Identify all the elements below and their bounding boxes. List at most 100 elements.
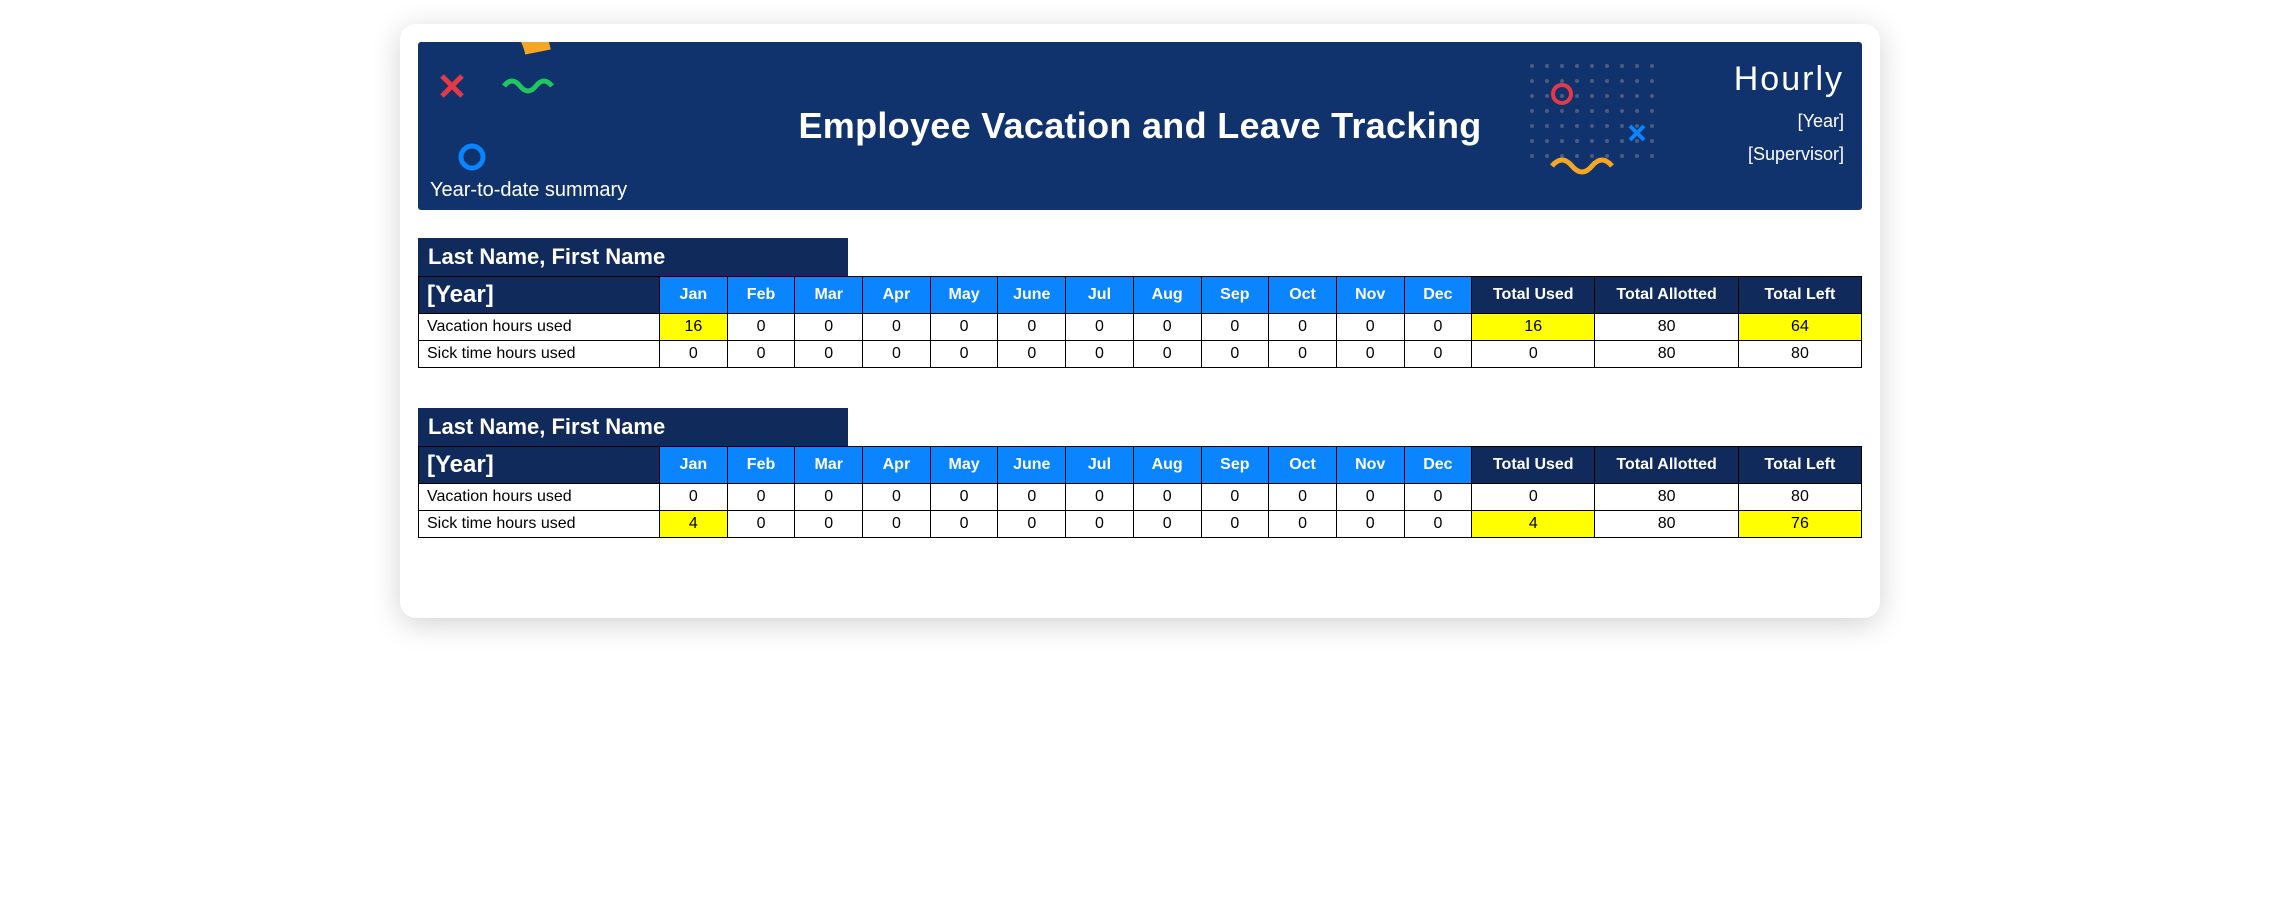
month-cell: 0 — [1336, 484, 1404, 511]
total-allotted-cell: 80 — [1595, 511, 1739, 538]
month-cell: 0 — [1201, 484, 1269, 511]
month-header: Mar — [795, 277, 863, 314]
year-label: [Year] — [1798, 111, 1844, 132]
total-used-cell: 4 — [1472, 511, 1595, 538]
month-header: June — [998, 277, 1066, 314]
brand-label: Hourly — [1734, 60, 1844, 99]
subtitle: Year-to-date summary — [430, 179, 627, 202]
month-header: Jul — [1066, 277, 1134, 314]
month-cell: 0 — [1269, 314, 1337, 341]
employee-block: Last Name, First Name[Year]JanFebMarAprM… — [418, 238, 1862, 368]
month-cell: 0 — [1269, 484, 1337, 511]
total-left-cell: 76 — [1738, 511, 1861, 538]
employee-block: Last Name, First Name[Year]JanFebMarAprM… — [418, 408, 1862, 538]
month-cell: 0 — [795, 341, 863, 368]
month-cell: 0 — [930, 511, 998, 538]
month-header: Nov — [1336, 447, 1404, 484]
year-header: [Year] — [419, 447, 660, 484]
month-cell: 0 — [795, 484, 863, 511]
month-cell: 0 — [1269, 511, 1337, 538]
decoration-right-icon — [1522, 56, 1682, 196]
month-cell: 0 — [795, 511, 863, 538]
employee-name: Last Name, First Name — [418, 238, 848, 276]
month-header: Feb — [727, 447, 795, 484]
month-header: Mar — [795, 447, 863, 484]
month-header: May — [930, 447, 998, 484]
total-left-cell: 80 — [1738, 341, 1861, 368]
month-cell: 0 — [727, 314, 795, 341]
total-used-cell: 0 — [1472, 484, 1595, 511]
table-row: Vacation hours used1600000000000168064 — [419, 314, 1862, 341]
row-label: Sick time hours used — [419, 341, 660, 368]
month-cell: 0 — [998, 314, 1066, 341]
total-used-cell: 0 — [1472, 341, 1595, 368]
table-row: Sick time hours used40000000000048076 — [419, 511, 1862, 538]
month-header: Oct — [1269, 277, 1337, 314]
table-row: Sick time hours used00000000000008080 — [419, 341, 1862, 368]
month-header: June — [998, 447, 1066, 484]
month-cell: 0 — [863, 314, 931, 341]
total-left-cell: 80 — [1738, 484, 1861, 511]
month-cell: 0 — [1133, 314, 1201, 341]
month-cell: 16 — [660, 314, 728, 341]
month-cell: 0 — [795, 314, 863, 341]
month-header: Jul — [1066, 447, 1134, 484]
month-cell: 0 — [998, 511, 1066, 538]
month-cell: 0 — [1336, 341, 1404, 368]
month-cell: 0 — [1133, 341, 1201, 368]
month-cell: 0 — [863, 341, 931, 368]
month-header: Aug — [1133, 447, 1201, 484]
leave-table: [Year]JanFebMarAprMayJuneJulAugSepOctNov… — [418, 446, 1862, 538]
row-label: Vacation hours used — [419, 314, 660, 341]
month-cell: 0 — [1336, 314, 1404, 341]
month-cell: 0 — [930, 484, 998, 511]
month-cell: 0 — [1404, 484, 1472, 511]
document-card: Employee Vacation and Leave Tracking Yea… — [400, 24, 1880, 618]
total-header: Total Left — [1738, 277, 1861, 314]
month-cell: 0 — [727, 341, 795, 368]
banner: Employee Vacation and Leave Tracking Yea… — [418, 42, 1862, 210]
total-header: Total Allotted — [1595, 277, 1739, 314]
month-header: Sep — [1201, 277, 1269, 314]
total-allotted-cell: 80 — [1595, 341, 1739, 368]
month-header: Dec — [1404, 277, 1472, 314]
month-cell: 0 — [863, 511, 931, 538]
total-used-cell: 16 — [1472, 314, 1595, 341]
month-cell: 0 — [863, 484, 931, 511]
month-cell: 0 — [1269, 341, 1337, 368]
month-cell: 0 — [660, 484, 728, 511]
month-cell: 0 — [1404, 511, 1472, 538]
month-cell: 0 — [1404, 314, 1472, 341]
month-header: Nov — [1336, 277, 1404, 314]
month-cell: 4 — [660, 511, 728, 538]
total-allotted-cell: 80 — [1595, 484, 1739, 511]
month-header: May — [930, 277, 998, 314]
page-title: Employee Vacation and Leave Tracking — [798, 105, 1481, 147]
month-cell: 0 — [1066, 341, 1134, 368]
month-header: Aug — [1133, 277, 1201, 314]
month-header: Apr — [863, 447, 931, 484]
total-allotted-cell: 80 — [1595, 314, 1739, 341]
leave-table: [Year]JanFebMarAprMayJuneJulAugSepOctNov… — [418, 276, 1862, 368]
month-cell: 0 — [660, 341, 728, 368]
total-header: Total Left — [1738, 447, 1861, 484]
month-header: Apr — [863, 277, 931, 314]
month-cell: 0 — [1201, 314, 1269, 341]
month-cell: 0 — [930, 314, 998, 341]
month-cell: 0 — [1133, 484, 1201, 511]
month-header: Feb — [727, 277, 795, 314]
employee-name: Last Name, First Name — [418, 408, 848, 446]
row-label: Vacation hours used — [419, 484, 660, 511]
total-header: Total Used — [1472, 277, 1595, 314]
month-header: Oct — [1269, 447, 1337, 484]
month-header: Dec — [1404, 447, 1472, 484]
supervisor-label: [Supervisor] — [1748, 144, 1844, 165]
month-header: Jan — [660, 277, 728, 314]
total-header: Total Used — [1472, 447, 1595, 484]
month-cell: 0 — [930, 341, 998, 368]
month-cell: 0 — [1066, 484, 1134, 511]
month-cell: 0 — [998, 341, 1066, 368]
month-cell: 0 — [727, 511, 795, 538]
total-header: Total Allotted — [1595, 447, 1739, 484]
table-row: Vacation hours used00000000000008080 — [419, 484, 1862, 511]
